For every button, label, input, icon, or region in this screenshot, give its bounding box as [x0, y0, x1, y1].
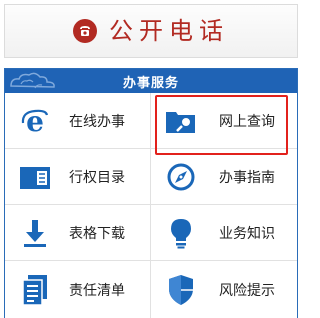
service-grid: e 在线办事 网上查询 行权目录 办事指南 表格下载 业务知识 责任清单 风险提…: [5, 93, 297, 318]
telephone-icon: [73, 19, 97, 43]
service-row: 行权目录 办事指南: [5, 149, 297, 205]
public-phone-title: 公开电话: [109, 17, 229, 45]
service-row: 责任清单 风险提示: [5, 261, 297, 318]
service-label: 办事指南: [219, 169, 275, 186]
service-panel-title: 办事服务: [122, 75, 179, 91]
service-form-download[interactable]: 表格下载: [5, 205, 151, 260]
ie-browser-icon: e: [19, 105, 51, 137]
service-panel-header: 办事服务: [5, 69, 297, 93]
lightbulb-icon: [165, 217, 197, 249]
document-list-icon: [19, 274, 51, 306]
folder-search-icon: [165, 105, 197, 137]
service-label: 业务知识: [219, 225, 275, 242]
service-power-directory[interactable]: 行权目录: [5, 149, 151, 204]
service-label: 在线办事: [69, 113, 125, 130]
service-row: e 在线办事 网上查询: [5, 93, 297, 149]
service-online-query[interactable]: 网上查询: [151, 93, 297, 148]
service-label: 责任清单: [69, 283, 125, 299]
download-arrow-icon: [19, 217, 51, 249]
service-label: 表格下载: [69, 225, 125, 242]
service-panel: 办事服务 e 在线办事 网上查询 行权目录 办事指南 表格下载 业务知识 责任清…: [4, 68, 298, 318]
service-responsibility-list[interactable]: 责任清单: [5, 261, 151, 318]
service-knowledge[interactable]: 业务知识: [151, 205, 297, 260]
service-row: 表格下载 业务知识: [5, 205, 297, 261]
directory-book-icon: [19, 161, 51, 193]
service-label: 网上查询: [219, 113, 275, 130]
service-risk-alert[interactable]: 风险提示: [151, 261, 297, 318]
public-phone-banner[interactable]: 公开电话: [4, 4, 298, 58]
service-label: 行权目录: [69, 169, 125, 186]
service-label: 风险提示: [219, 283, 275, 299]
service-guide[interactable]: 办事指南: [151, 149, 297, 204]
cloud-decoration-icon: [10, 72, 55, 89]
service-online-affairs[interactable]: e 在线办事: [5, 93, 151, 148]
shield-icon: [165, 274, 197, 306]
compass-icon: [165, 161, 197, 193]
